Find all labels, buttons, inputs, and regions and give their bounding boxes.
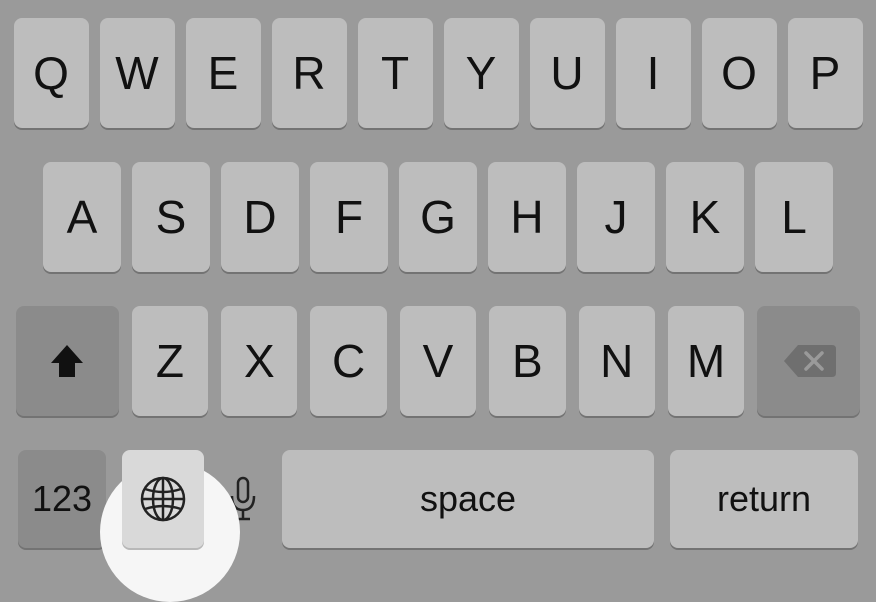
globe-key[interactable]: [122, 450, 204, 548]
key-u[interactable]: U: [530, 18, 605, 128]
key-k[interactable]: K: [666, 162, 744, 272]
keyboard-row-3: Z X C V B N M: [10, 306, 866, 416]
key-l[interactable]: L: [755, 162, 833, 272]
globe-icon: [138, 474, 188, 524]
key-c[interactable]: C: [310, 306, 386, 416]
key-q[interactable]: Q: [14, 18, 89, 128]
shift-icon: [45, 339, 89, 383]
key-j[interactable]: J: [577, 162, 655, 272]
key-n[interactable]: N: [579, 306, 655, 416]
key-g[interactable]: G: [399, 162, 477, 272]
key-o[interactable]: O: [702, 18, 777, 128]
keyboard-row-1: Q W E R T Y U I O P: [10, 18, 866, 128]
key-z[interactable]: Z: [132, 306, 208, 416]
key-h[interactable]: H: [488, 162, 566, 272]
key-d[interactable]: D: [221, 162, 299, 272]
shift-key[interactable]: [16, 306, 119, 416]
key-x[interactable]: X: [221, 306, 297, 416]
return-key[interactable]: return: [670, 450, 858, 548]
space-key[interactable]: space: [282, 450, 654, 548]
keyboard-row-4: 123: [10, 450, 866, 548]
key-m[interactable]: M: [668, 306, 744, 416]
backspace-icon: [782, 341, 836, 381]
key-w[interactable]: W: [100, 18, 175, 128]
keyboard-row-2: A S D F G H J K L: [10, 162, 866, 272]
key-r[interactable]: R: [272, 18, 347, 128]
key-p[interactable]: P: [788, 18, 863, 128]
numeric-switch-key[interactable]: 123: [18, 450, 106, 548]
key-f[interactable]: F: [310, 162, 388, 272]
key-s[interactable]: S: [132, 162, 210, 272]
key-y[interactable]: Y: [444, 18, 519, 128]
backspace-key[interactable]: [757, 306, 860, 416]
key-b[interactable]: B: [489, 306, 565, 416]
key-a[interactable]: A: [43, 162, 121, 272]
key-e[interactable]: E: [186, 18, 261, 128]
key-v[interactable]: V: [400, 306, 476, 416]
key-t[interactable]: T: [358, 18, 433, 128]
ios-keyboard: Q W E R T Y U I O P A S D F G H J K L Z …: [0, 0, 876, 592]
key-i[interactable]: I: [616, 18, 691, 128]
